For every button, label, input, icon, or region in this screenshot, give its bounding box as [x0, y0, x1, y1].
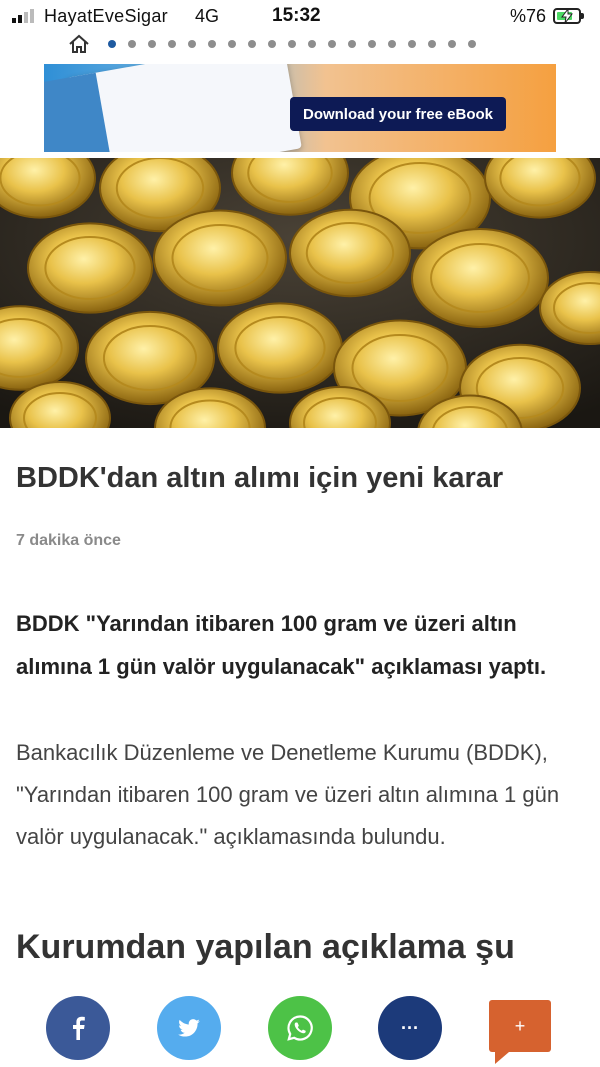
share-more-button[interactable]: ··· [378, 996, 442, 1060]
twitter-icon [178, 1019, 200, 1037]
battery-percent: %76 [510, 6, 547, 26]
page-dot[interactable] [248, 40, 256, 48]
signal-strength-icon [12, 9, 34, 23]
article-body-paragraph: Bankacılık Düzenleme ve Denetleme Kurumu… [16, 740, 560, 849]
network-type: 4G [195, 6, 220, 26]
page-dot[interactable] [348, 40, 356, 48]
page-dot[interactable] [408, 40, 416, 48]
page-dot[interactable] [148, 40, 156, 48]
share-whatsapp-button[interactable] [268, 996, 332, 1060]
battery-tip [581, 13, 584, 19]
page-dot[interactable] [288, 40, 296, 48]
ebook-illustration [66, 64, 302, 152]
page-indicator [68, 32, 476, 56]
battery-icon [553, 8, 581, 24]
page-dot[interactable] [308, 40, 316, 48]
clock: 15:32 [272, 5, 321, 26]
download-ebook-button[interactable]: Download your free eBook [290, 97, 506, 131]
page-dot[interactable] [108, 40, 116, 48]
page-dot[interactable] [268, 40, 276, 48]
page-dot[interactable] [228, 40, 236, 48]
whatsapp-icon [287, 1015, 313, 1041]
gold-coins-photo [0, 158, 600, 428]
page-dot[interactable] [208, 40, 216, 48]
page-dot[interactable] [188, 40, 196, 48]
page-dot[interactable] [428, 40, 436, 48]
share-twitter-button[interactable] [157, 996, 221, 1060]
article-subheading: Kurumdan yapılan açıklama şu [16, 928, 515, 966]
status-bar: HayatEveSigar 4G 15:32 %76 [0, 0, 600, 34]
page-dot[interactable] [328, 40, 336, 48]
article-timestamp: 7 dakika önce [16, 532, 121, 549]
page-dot[interactable] [168, 40, 176, 48]
page-dot[interactable] [388, 40, 396, 48]
article-lead: BDDK "Yarından itibaren 100 gram ve üzer… [16, 611, 547, 679]
page-dot[interactable] [128, 40, 136, 48]
share-facebook-button[interactable] [46, 996, 110, 1060]
charging-bolt-icon [561, 9, 573, 23]
page-dot[interactable] [368, 40, 376, 48]
article-hero-image [0, 158, 600, 428]
carrier-name: HayatEveSigar [44, 6, 168, 26]
facebook-icon [73, 1016, 85, 1040]
share-add-button[interactable]: + [489, 1000, 551, 1052]
home-icon[interactable] [68, 33, 90, 55]
page-dot[interactable] [468, 40, 476, 48]
ad-banner[interactable]: Download your free eBook [44, 64, 556, 152]
article-title: BDDK'dan altın alımı için yeni karar [16, 462, 504, 494]
page-dot[interactable] [448, 40, 456, 48]
